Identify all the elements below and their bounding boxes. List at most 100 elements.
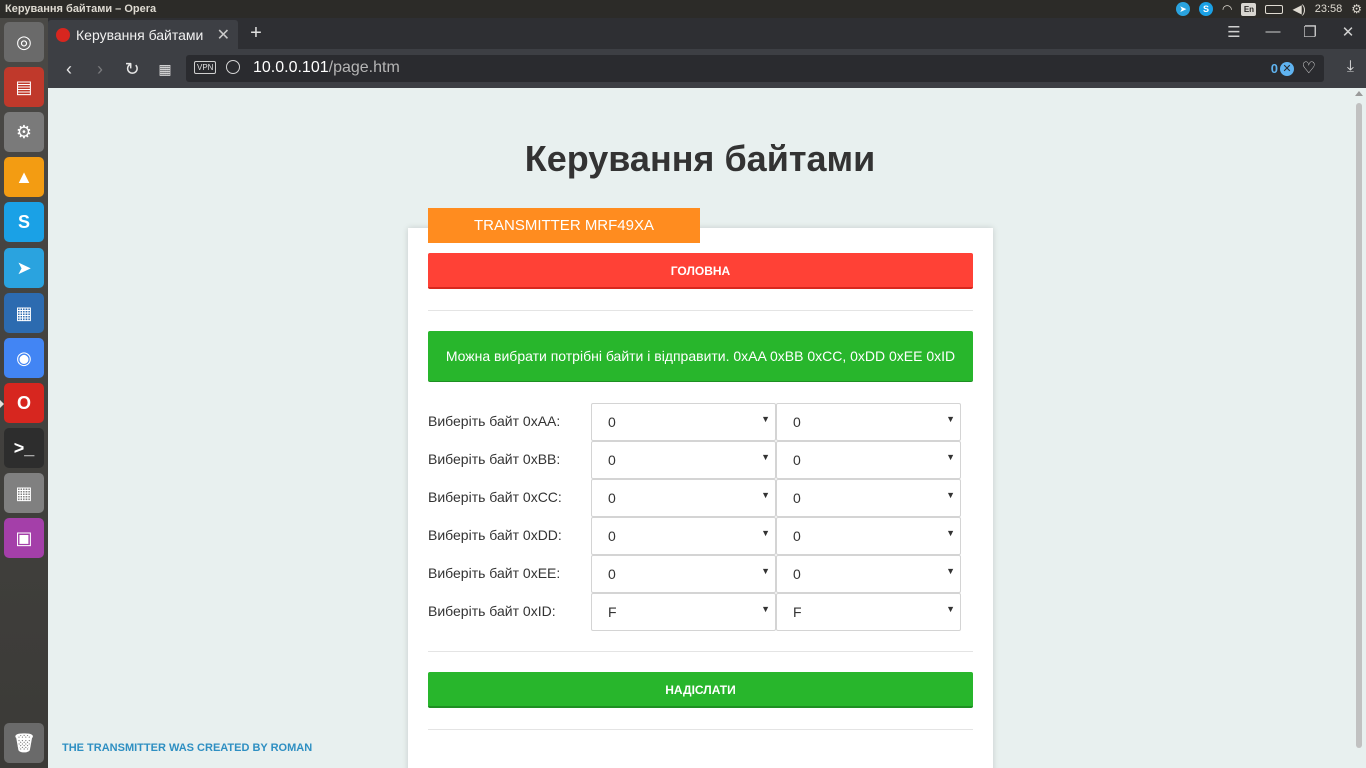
high-nibble-select[interactable]: 0 ▼ [591,517,776,555]
launcher-opera-icon[interactable]: O [0,383,44,423]
system-tray: ➤ S ◠ En ◀) 23:58 ⚙ [1175,0,1362,18]
skype-tray-icon[interactable]: S [1198,2,1213,16]
divider [428,729,973,730]
launcher-telegram-icon[interactable]: ➤ [4,248,44,288]
keyboard-layout-indicator[interactable]: En [1241,2,1257,16]
forward-button[interactable]: › [89,58,111,80]
high-nibble-select[interactable]: 0 ▼ [591,441,776,479]
address-bar[interactable]: VPN 10.0.0.101/page.htm 0 ✕ ♡ [186,55,1324,82]
high-nibble-select[interactable]: 0 ▼ [591,555,776,593]
vpn-badge[interactable]: VPN [194,61,217,74]
selected-value: 0 [608,528,616,544]
reload-button[interactable]: ↻ [121,58,143,80]
byte-label: Виберіть байт 0xID: [428,603,556,619]
home-button[interactable]: ГОЛОВНА [428,253,973,289]
back-button[interactable]: ‹ [58,58,80,80]
bookmark-heart-icon[interactable]: ♡ [1302,58,1316,78]
launcher-remote-desktop-icon[interactable]: ▣ [4,518,44,558]
launcher-terminal-icon[interactable]: >_ [4,428,44,468]
selected-value: 0 [608,452,616,468]
byte-row: Виберіть байт 0xCC: 0 ▼ 0 ▼ [428,479,968,517]
selected-value: 0 [793,528,801,544]
tab-title: Керування байтами [76,26,204,43]
launcher-trash-icon[interactable]: 🗑 [4,723,44,763]
send-button[interactable]: НАДІСЛАТИ [428,672,973,708]
dropdown-arrow-icon: ▼ [946,490,955,500]
byte-label: Виберіть байт 0xBB: [428,451,561,467]
speed-dial-grid-icon[interactable]: ▦ [154,58,176,80]
launcher-settings-icon[interactable]: ⚙ [4,112,44,152]
scroll-up-arrow-icon[interactable] [1355,91,1363,96]
byte-label: Виберіть байт 0xEE: [428,565,561,581]
dropdown-arrow-icon: ▼ [946,566,955,576]
launcher-chrome-icon[interactable]: ◉ [4,338,44,378]
byte-row: Виберіть байт 0xDD: 0 ▼ 0 ▼ [428,517,968,555]
launcher: ◎ ▤ ⚙ ▲ S ➤ ▦ ◉ O >_ ▦ ▣ 🗑 [0,18,48,768]
main-card: ГОЛОВНА Можна вибрати потрібні байти і в… [408,228,993,768]
telegram-tray-icon[interactable]: ➤ [1175,2,1190,16]
launcher-skype-icon[interactable]: S [4,202,44,242]
close-tab-icon[interactable]: ✕ [217,25,230,45]
byte-row: Виберіть байт 0xBB: 0 ▼ 0 ▼ [428,441,968,479]
selected-value: 0 [793,490,801,506]
tab-menu-icon[interactable]: ☰ [1224,23,1244,41]
dropdown-arrow-icon: ▼ [761,414,770,424]
high-nibble-select[interactable]: 0 ▼ [591,403,776,441]
minimize-button[interactable]: — [1263,23,1283,40]
tab-bar: Керування байтами ✕ + ☰ — ❐ ✕ [48,18,1366,49]
selected-value: 0 [793,414,801,430]
launcher-calculator-icon[interactable]: ▦ [4,473,44,513]
byte-label: Виберіть байт 0xAA: [428,413,561,429]
divider [428,651,973,652]
launcher-libreoffice-writer-icon[interactable]: ▦ [4,293,44,333]
system-top-panel: Керування байтами – Opera ➤ S ◠ En ◀) 23… [0,0,1366,18]
page-title: Керування байтами [524,138,876,179]
low-nibble-select[interactable]: F ▼ [776,593,961,631]
low-nibble-select[interactable]: 0 ▼ [776,479,961,517]
battery-icon[interactable] [1265,4,1284,14]
new-tab-button[interactable]: + [246,22,266,45]
dropdown-arrow-icon: ▼ [761,452,770,462]
high-nibble-select[interactable]: F ▼ [591,593,776,631]
high-nibble-select[interactable]: 0 ▼ [591,479,776,517]
download-icon[interactable]: ⤓ [1347,58,1354,76]
info-alert: Можна вибрати потрібні байти і відправит… [428,331,973,382]
restore-button[interactable]: ❐ [1300,23,1320,41]
url-text[interactable]: 10.0.0.101/page.htm [253,59,400,77]
gear-icon[interactable]: ⚙ [1351,2,1362,16]
adblock-icon: ✕ [1280,61,1294,76]
byte-row: Виберіть байт 0xAA: 0 ▼ 0 ▼ [428,403,968,441]
selected-value: F [608,604,617,620]
globe-icon[interactable] [226,60,240,74]
dropdown-arrow-icon: ▼ [761,604,770,614]
dropdown-arrow-icon: ▼ [946,528,955,538]
low-nibble-select[interactable]: 0 ▼ [776,555,961,593]
dropdown-arrow-icon: ▼ [946,604,955,614]
low-nibble-select[interactable]: 0 ▼ [776,517,961,555]
volume-icon[interactable]: ◀) [1292,2,1305,16]
byte-row: Виберіть байт 0xID: F ▼ F ▼ [428,593,968,631]
selected-value: 0 [793,566,801,582]
page-viewport: Керування байтами TRANSMITTER MRF49XA ГО… [48,88,1366,768]
selected-value: 0 [608,566,616,582]
wifi-icon[interactable]: ◠ [1222,2,1232,16]
dropdown-arrow-icon: ▼ [761,528,770,538]
clock[interactable]: 23:58 [1315,3,1343,15]
dropdown-arrow-icon: ▼ [946,452,955,462]
tab-active[interactable]: Керування байтами ✕ [48,20,238,49]
adblock-indicator[interactable]: 0 ✕ [1271,61,1294,76]
byte-label: Виберіть байт 0xDD: [428,527,562,543]
launcher-vlc-icon[interactable]: ▲ [4,157,44,197]
scrollbar-thumb[interactable] [1356,103,1362,748]
vertical-scrollbar[interactable] [1352,88,1366,768]
divider [428,310,973,311]
byte-row: Виберіть байт 0xEE: 0 ▼ 0 ▼ [428,555,968,593]
launcher-ubuntu-dash-icon[interactable]: ◎ [4,22,44,62]
selected-value: F [793,604,802,620]
byte-label: Виберіть байт 0xCC: [428,489,562,505]
launcher-files-icon[interactable]: ▤ [4,67,44,107]
device-badge: TRANSMITTER MRF49XA [428,208,700,243]
close-window-button[interactable]: ✕ [1338,23,1358,41]
low-nibble-select[interactable]: 0 ▼ [776,441,961,479]
low-nibble-select[interactable]: 0 ▼ [776,403,961,441]
